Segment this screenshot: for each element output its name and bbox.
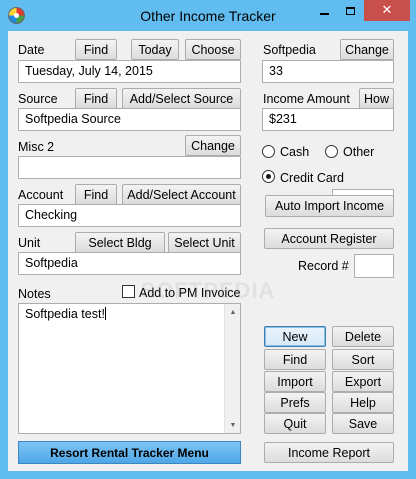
credit-card-radio[interactable]	[262, 170, 275, 183]
unit-label: Unit	[18, 236, 41, 250]
source-label: Source	[18, 92, 58, 106]
source-field[interactable]: Softpedia Source	[18, 108, 241, 131]
scroll-down-icon[interactable]: ▼	[225, 417, 241, 433]
other-label[interactable]: Other	[343, 145, 374, 159]
notes-scrollbar[interactable]: ▲ ▼	[224, 304, 240, 433]
auto-import-income-button[interactable]: Auto Import Income	[265, 195, 394, 217]
form-area: Date Find Today Choose Tuesday, July 14,…	[8, 31, 408, 471]
unit-field[interactable]: Softpedia	[18, 252, 241, 275]
add-select-source-label: Add/Select Source	[129, 91, 234, 106]
add-to-pm-invoice-label[interactable]: Add to PM Invoice	[139, 286, 240, 300]
account-register-button[interactable]: Account Register	[264, 228, 394, 249]
help-button[interactable]: Help	[332, 392, 394, 413]
source-find-button[interactable]: Find	[75, 88, 117, 109]
add-to-pm-invoice-checkbox[interactable]	[122, 285, 135, 298]
app-window: Other Income Tracker ✕ Date Find Today C…	[0, 0, 416, 479]
select-unit-button[interactable]: Select Unit	[168, 232, 241, 253]
resort-rental-tracker-menu-button[interactable]: Resort Rental Tracker Menu	[18, 441, 241, 464]
close-icon: ✕	[381, 3, 393, 18]
prefs-button[interactable]: Prefs	[264, 392, 326, 413]
other-radio[interactable]	[325, 145, 338, 158]
maximize-button[interactable]	[337, 0, 363, 21]
softpedia-label: Softpedia	[263, 43, 316, 57]
record-number-field[interactable]	[354, 254, 394, 278]
notes-label: Notes	[18, 287, 51, 301]
cash-radio[interactable]	[262, 145, 275, 158]
income-amount-label: Income Amount	[263, 92, 350, 106]
add-select-source-button[interactable]: Add/Select Source	[122, 88, 241, 109]
misc2-change-button[interactable]: Change	[185, 135, 241, 156]
sort-button[interactable]: Sort	[332, 349, 394, 370]
add-select-account-button[interactable]: Add/Select Account	[122, 184, 241, 205]
title-bar[interactable]: Other Income Tracker ✕	[0, 0, 416, 31]
maximize-icon	[345, 6, 355, 15]
quit-button[interactable]: Quit	[264, 413, 326, 434]
income-report-button[interactable]: Income Report	[264, 442, 394, 463]
record-number-label: Record #	[298, 259, 349, 273]
select-bldg-button[interactable]: Select Bldg	[75, 232, 165, 253]
softpedia-change-button[interactable]: Change	[340, 39, 394, 60]
account-find-button[interactable]: Find	[75, 184, 117, 205]
find-record-button[interactable]: Find	[264, 349, 326, 370]
import-button[interactable]: Import	[264, 371, 326, 392]
credit-card-label[interactable]: Credit Card	[280, 171, 344, 185]
misc2-label: Misc 2	[18, 140, 55, 154]
date-label: Date	[18, 43, 45, 57]
date-field[interactable]: Tuesday, July 14, 2015	[18, 60, 241, 83]
notes-textarea[interactable]: Softpedia test! ▲ ▼	[18, 303, 241, 434]
delete-button[interactable]: Delete	[332, 326, 394, 347]
account-field[interactable]: Checking	[18, 204, 241, 227]
minimize-icon	[319, 12, 329, 15]
cash-label[interactable]: Cash	[280, 145, 309, 159]
softpedia-field[interactable]: 33	[262, 60, 394, 83]
date-find-button[interactable]: Find	[75, 39, 117, 60]
export-button[interactable]: Export	[332, 371, 394, 392]
how-button[interactable]: How	[359, 88, 394, 109]
scroll-up-icon[interactable]: ▲	[225, 304, 241, 320]
close-button[interactable]: ✕	[364, 0, 410, 21]
minimize-button[interactable]	[311, 0, 337, 21]
notes-text: Softpedia test!	[25, 307, 105, 321]
income-amount-field[interactable]: $231	[262, 108, 394, 131]
account-label: Account	[18, 188, 64, 202]
choose-date-button[interactable]: Choose	[185, 39, 241, 60]
misc2-field[interactable]	[18, 156, 241, 179]
save-button[interactable]: Save	[332, 413, 394, 434]
today-button[interactable]: Today	[131, 39, 179, 60]
text-caret	[104, 307, 106, 320]
new-button[interactable]: New	[264, 326, 326, 347]
